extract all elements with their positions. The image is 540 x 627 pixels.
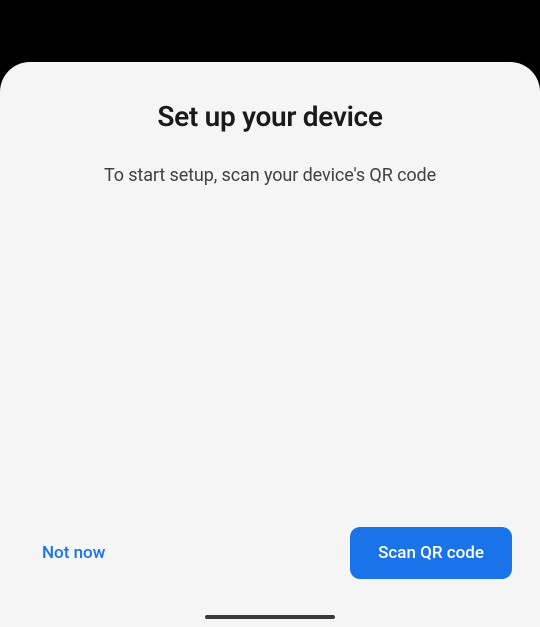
button-row: Not now Scan QR code <box>28 527 512 579</box>
not-now-button[interactable]: Not now <box>28 533 119 573</box>
navigation-bar-indicator[interactable] <box>205 615 335 619</box>
dialog-title: Set up your device <box>28 100 512 133</box>
setup-dialog-sheet: Set up your device To start setup, scan … <box>0 62 540 627</box>
spacer <box>28 186 512 527</box>
scan-qr-code-button[interactable]: Scan QR code <box>350 527 512 579</box>
dialog-subtitle: To start setup, scan your device's QR co… <box>28 165 512 186</box>
